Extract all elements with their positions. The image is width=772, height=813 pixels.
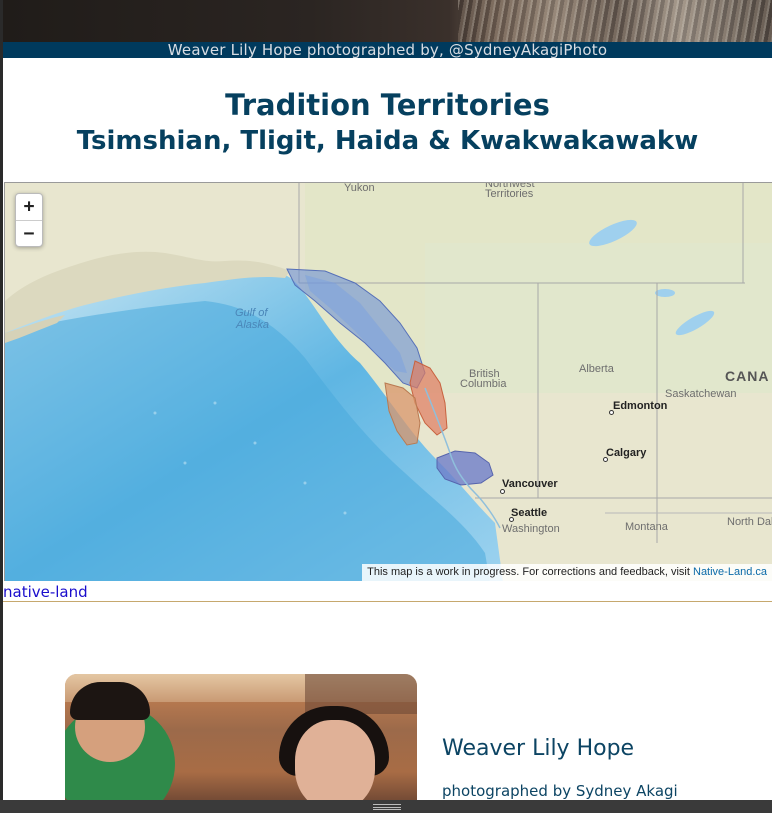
map-label-vancouver: Vancouver xyxy=(502,478,558,490)
window-bottom-bar xyxy=(0,800,772,813)
map-label-calgary: Calgary xyxy=(606,447,647,459)
feature-photo xyxy=(65,674,417,800)
native-land-link-row: native-land xyxy=(3,581,772,602)
photo-weaver-face xyxy=(295,720,375,800)
resize-grip-icon[interactable] xyxy=(373,804,401,810)
map-label-yukon: Yukon xyxy=(344,182,375,194)
territory-map[interactable]: Yukon Northwest Territories Gulf of Alas… xyxy=(4,182,772,581)
native-land-link[interactable]: native-land xyxy=(3,583,88,601)
hero-caption-bar: Weaver Lily Hope photographed by, @Sydne… xyxy=(3,41,772,59)
page-subtitle: Tsimshian, Tligit, Haida & Kwakwakawakw xyxy=(76,126,699,156)
map-label-north-dakota: North Dak xyxy=(727,516,772,528)
map-label-saskatchewan: Saskatchewan xyxy=(665,388,737,400)
map-label-montana: Montana xyxy=(625,521,668,533)
native-land-attribution-link[interactable]: Native-Land.ca xyxy=(693,566,767,578)
map-label-territories: Territories xyxy=(485,188,534,200)
zoom-control: + − xyxy=(15,193,43,247)
map-label-columbia: Columbia xyxy=(460,378,507,390)
map-label-seattle: Seattle xyxy=(511,507,548,519)
hero-caption: Weaver Lily Hope photographed by, @Sydne… xyxy=(167,41,608,59)
map-label-washington: Washington xyxy=(502,523,560,535)
zoom-in-button[interactable]: + xyxy=(16,194,42,220)
page-frame: Weaver Lily Hope photographed by, @Sydne… xyxy=(3,0,772,800)
weaving-threads-image xyxy=(458,0,772,42)
map-label-alaska: Alaska xyxy=(236,319,270,331)
map-label-canada: CANA xyxy=(725,368,770,384)
attribution-text: This map is a work in progress. For corr… xyxy=(367,566,693,578)
map-attribution: This map is a work in progress. For corr… xyxy=(362,564,772,581)
feature-title: Weaver Lily Hope xyxy=(442,736,635,761)
zoom-out-button[interactable]: − xyxy=(16,220,42,246)
photo-person-hair xyxy=(70,682,150,720)
hero-image xyxy=(3,0,772,42)
map-label-gulf-of: Gulf of xyxy=(235,307,268,319)
map-label-edmonton: Edmonton xyxy=(613,400,668,412)
feature-subtitle: photographed by Sydney Akagi xyxy=(442,782,678,800)
map-label-alberta: Alberta xyxy=(579,363,614,375)
page-title: Tradition Territories xyxy=(225,88,550,122)
